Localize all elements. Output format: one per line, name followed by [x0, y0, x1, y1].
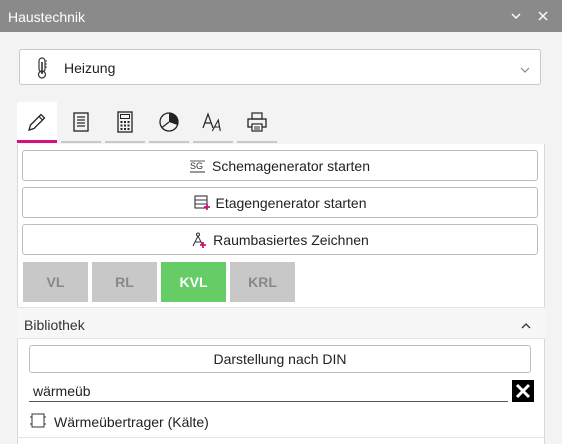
- svg-text:SG: SG: [190, 161, 203, 171]
- room-based-drawing-button[interactable]: Raumbasiertes Zeichnen: [22, 224, 538, 255]
- compass-draw-icon: [192, 232, 207, 248]
- floor-generator-icon: [193, 195, 210, 210]
- library-result-label: Wärmeübertrager (Kälte): [54, 414, 209, 430]
- library-search-input[interactable]: [29, 380, 508, 402]
- pencil-icon: [28, 113, 46, 131]
- discipline-dropdown[interactable]: Heizung: [19, 49, 541, 85]
- font-style-icon: [202, 112, 221, 132]
- close-icon: [515, 383, 531, 399]
- title-bar: Haustechnik: [0, 0, 562, 32]
- thermometer-icon: [32, 56, 52, 80]
- printer-icon: [247, 112, 267, 132]
- tab-calculate[interactable]: [105, 102, 145, 143]
- floor-generator-button[interactable]: Etagengenerator starten: [22, 187, 538, 218]
- clear-search-button[interactable]: [512, 380, 534, 402]
- divider: [17, 437, 545, 438]
- schema-generator-icon: SG: [190, 160, 205, 173]
- room-based-drawing-label: Raumbasiertes Zeichnen: [213, 232, 369, 248]
- dropdown-selected-value: Heizung: [64, 60, 116, 76]
- chevron-up-icon: [521, 319, 531, 329]
- line-type-kvl[interactable]: KVL: [161, 262, 226, 302]
- close-icon[interactable]: [535, 8, 551, 24]
- din-display-button[interactable]: Darstellung nach DIN: [29, 345, 531, 373]
- line-type-rl[interactable]: RL: [92, 262, 157, 302]
- tab-chart[interactable]: [149, 102, 189, 143]
- tab-print[interactable]: [237, 102, 277, 143]
- library-section-header[interactable]: Bibliothek: [17, 307, 545, 339]
- schema-generator-button[interactable]: SG Schemagenerator starten: [22, 150, 538, 181]
- floor-generator-label: Etagengenerator starten: [215, 195, 367, 211]
- library-title: Bibliothek: [24, 317, 85, 333]
- schema-generator-label: Schemagenerator starten: [212, 158, 370, 174]
- chevron-down-icon: [520, 63, 530, 73]
- tab-draw[interactable]: [17, 102, 57, 143]
- line-type-vl[interactable]: VL: [23, 262, 88, 302]
- pie-chart-icon: [159, 112, 179, 132]
- list-icon: [73, 112, 89, 132]
- chevron-down-icon[interactable]: [508, 8, 524, 24]
- calculator-icon: [117, 111, 133, 133]
- component-icon: [30, 413, 46, 428]
- tab-list[interactable]: [61, 102, 101, 143]
- tab-text-style[interactable]: [193, 102, 233, 143]
- window-title: Haustechnik: [8, 9, 86, 25]
- line-type-krl[interactable]: KRL: [230, 262, 295, 302]
